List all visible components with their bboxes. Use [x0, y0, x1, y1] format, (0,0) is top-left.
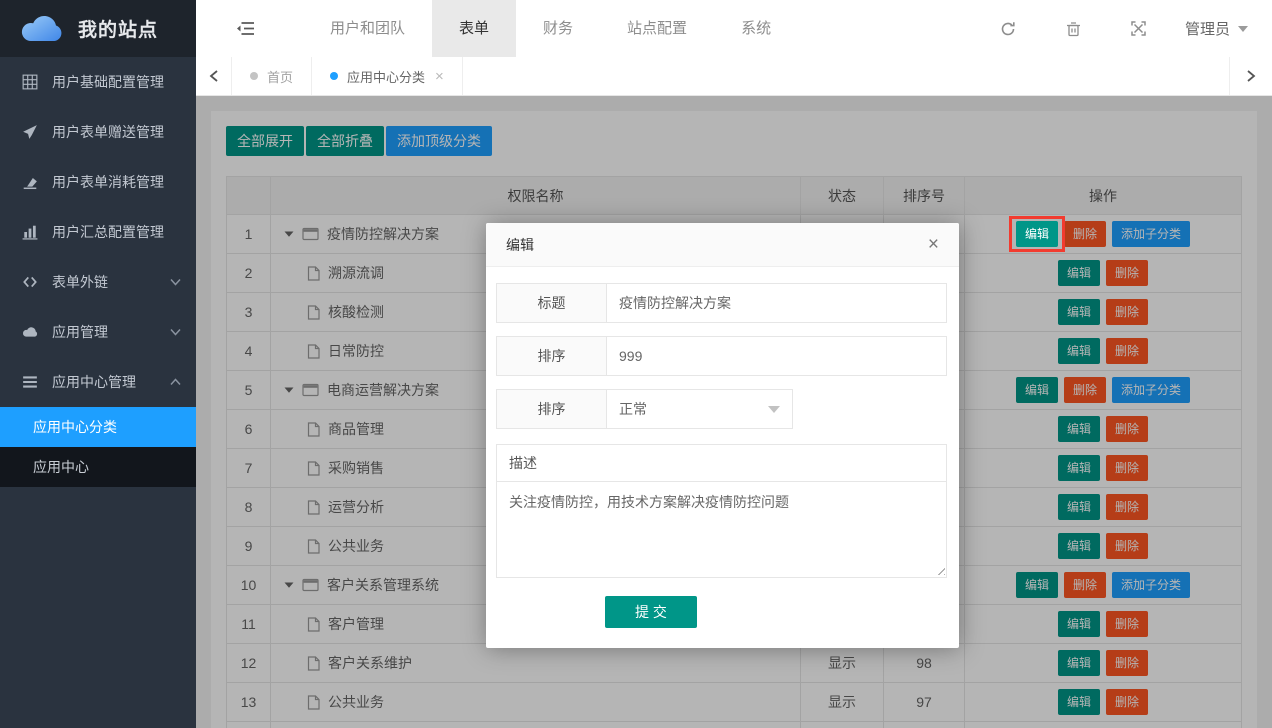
select-caret-icon: [768, 406, 780, 413]
page-tab-label: 应用中心分类: [347, 67, 425, 86]
sidebar-item-label: 用户表单赠送管理: [52, 122, 181, 142]
menu-list-icon: [22, 374, 39, 391]
tab-status-dot: [330, 72, 338, 80]
dialog-body: 标题排序排序正常 描述 关注疫情防控，用技术方案解决疫情防控问题 提 交: [486, 267, 959, 648]
fullscreen-icon[interactable]: [1106, 21, 1171, 36]
edit-button-highlighted[interactable]: 编辑: [1016, 221, 1058, 247]
brand-title: 我的站点: [78, 15, 158, 42]
sidebar-item[interactable]: 应用管理: [0, 307, 196, 357]
submit-button[interactable]: 提 交: [605, 596, 697, 628]
sidebar-subitem[interactable]: 应用中心分类: [0, 407, 196, 447]
description-label: 描述: [496, 444, 947, 482]
cloud-logo-icon: [20, 13, 66, 45]
refresh-icon[interactable]: [975, 21, 1041, 37]
cloud-icon: [22, 324, 39, 341]
topnav-tabs: 用户和团队表单财务站点配置系统: [303, 0, 798, 57]
field-label: 排序: [496, 336, 607, 376]
form-field: 排序: [496, 336, 947, 376]
user-name: 管理员: [1185, 18, 1230, 39]
page-tab-label: 首页: [267, 67, 293, 86]
topnav-tab[interactable]: 表单: [432, 0, 516, 57]
sidebar-item[interactable]: 用户表单赠送管理: [0, 107, 196, 157]
topnav-tab[interactable]: 站点配置: [600, 0, 714, 57]
tab-close-icon[interactable]: ×: [435, 68, 444, 85]
chevron-down-icon: [170, 328, 181, 336]
sidebar-item-label: 应用管理: [52, 322, 170, 342]
topnav-tab[interactable]: 系统: [714, 0, 798, 57]
topbar-actions: 管理员: [975, 0, 1272, 57]
sidebar-item[interactable]: 表单外链: [0, 257, 196, 307]
tab-scroll-left-icon[interactable]: [196, 57, 232, 95]
page-tab[interactable]: 首页: [232, 57, 312, 95]
sidebar-menu: 用户基础配置管理用户表单赠送管理用户表单消耗管理用户汇总配置管理表单外链应用管理…: [0, 57, 196, 487]
field-input[interactable]: [606, 336, 947, 376]
sidebar-item[interactable]: 用户表单消耗管理: [0, 157, 196, 207]
sidebar-item[interactable]: 应用中心管理: [0, 357, 196, 407]
link-icon: [22, 274, 39, 291]
brand: 我的站点: [0, 0, 196, 57]
page-tabs: 首页 应用中心分类 ×: [232, 57, 463, 95]
description-group: 描述 关注疫情防控，用技术方案解决疫情防控问题: [496, 444, 947, 578]
send-icon: [22, 124, 39, 141]
trash-icon[interactable]: [1041, 21, 1106, 37]
sidebar-subitem[interactable]: 应用中心: [0, 447, 196, 487]
select-value: 正常: [619, 399, 647, 419]
sidebar-item-label: 用户表单消耗管理: [52, 172, 181, 192]
collapse-menu-icon[interactable]: [236, 21, 255, 36]
eraser-icon: [22, 174, 39, 191]
field-label: 排序: [496, 389, 607, 429]
status-select[interactable]: 正常: [606, 389, 793, 429]
form-field: 排序正常: [496, 389, 947, 429]
tab-scroll-right-icon[interactable]: [1229, 57, 1272, 95]
sidebar-item-label: 表单外链: [52, 272, 170, 292]
dialog-title: 编辑: [506, 235, 534, 255]
sidebar-item-label: 用户汇总配置管理: [52, 222, 181, 242]
description-wrap: 关注疫情防控，用技术方案解决疫情防控问题: [496, 481, 947, 578]
admin-app: 我的站点 用户基础配置管理用户表单赠送管理用户表单消耗管理用户汇总配置管理表单外…: [0, 0, 1272, 728]
topnav-tab[interactable]: 财务: [516, 0, 600, 57]
topnav-tab[interactable]: 用户和团队: [303, 0, 432, 57]
page-tab[interactable]: 应用中心分类 ×: [312, 57, 463, 95]
edit-dialog: 编辑 × 标题排序排序正常 描述 关注疫情防控，用技术方案解决疫情防控问题 提 …: [486, 223, 959, 648]
tabbar-spacer: [463, 57, 1229, 95]
chevron-down-icon: [170, 278, 181, 286]
field-label: 标题: [496, 283, 607, 323]
topbar: 用户和团队表单财务站点配置系统 管理: [196, 0, 1272, 57]
page-tabbar: 首页 应用中心分类 ×: [196, 57, 1272, 96]
description-textarea[interactable]: 关注疫情防控，用技术方案解决疫情防控问题: [496, 481, 947, 578]
field-input[interactable]: [606, 283, 947, 323]
tab-status-dot: [250, 72, 258, 80]
sidebar-item[interactable]: 用户基础配置管理: [0, 57, 196, 107]
sidebar-item[interactable]: 用户汇总配置管理: [0, 207, 196, 257]
sidebar-item-label: 用户基础配置管理: [52, 72, 181, 92]
grid-icon: [22, 74, 39, 91]
form-field: 标题: [496, 283, 947, 323]
chevron-down-icon: [1238, 26, 1248, 32]
bar-chart-icon: [22, 224, 39, 241]
sidebar-submenu: 应用中心分类应用中心: [0, 407, 196, 487]
user-menu[interactable]: 管理员: [1171, 18, 1272, 39]
close-icon[interactable]: ×: [928, 235, 939, 254]
dialog-header: 编辑 ×: [486, 223, 959, 267]
sidebar-item-label: 应用中心管理: [52, 372, 170, 392]
sidebar: 我的站点 用户基础配置管理用户表单赠送管理用户表单消耗管理用户汇总配置管理表单外…: [0, 0, 196, 728]
chevron-up-icon: [170, 378, 181, 386]
